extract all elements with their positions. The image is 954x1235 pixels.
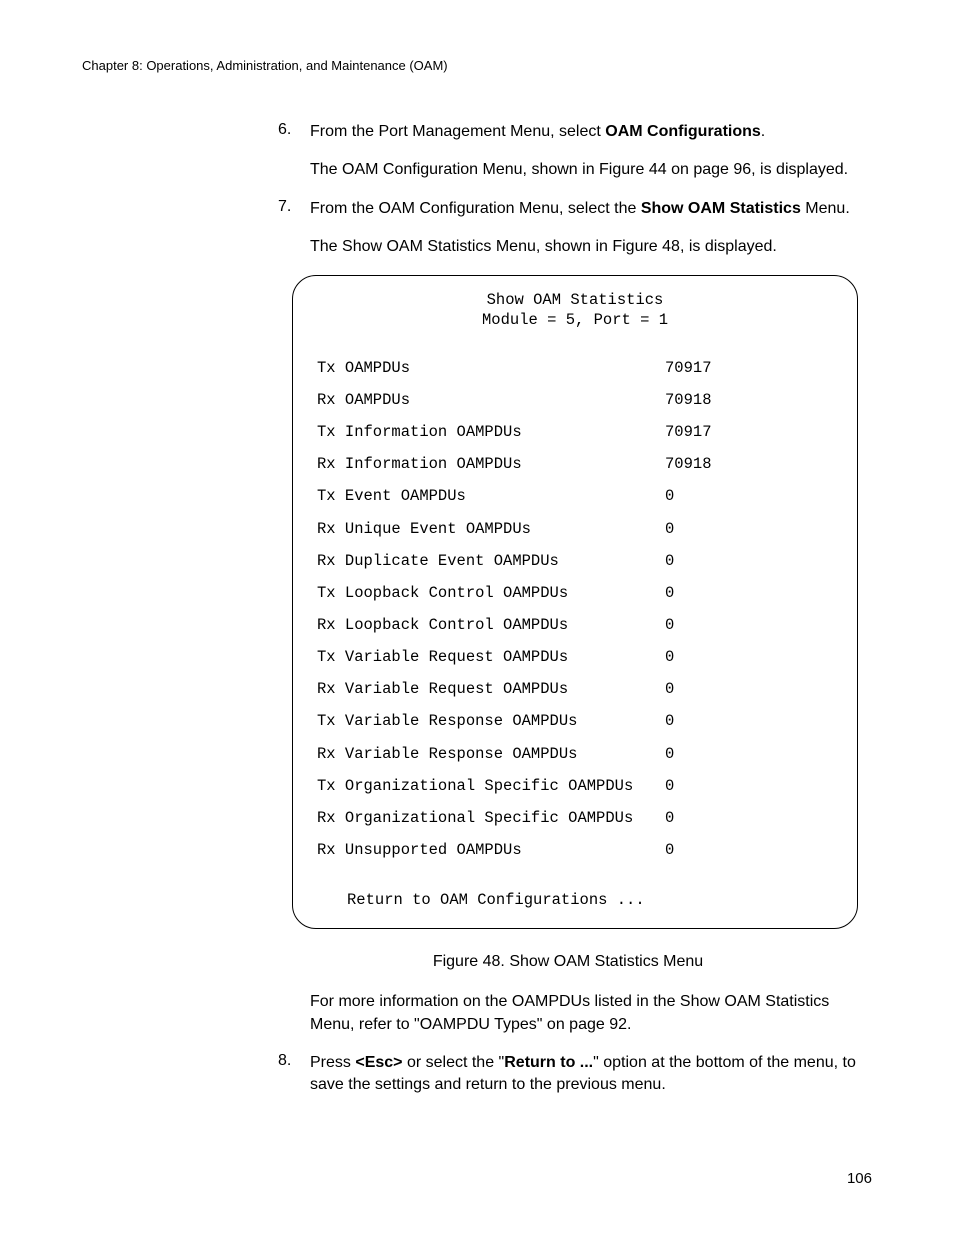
step-text: From the OAM Configuration Menu, select …: [310, 198, 858, 220]
stat-value: 0: [665, 679, 833, 699]
main-content: 6. From the Port Management Menu, select…: [278, 121, 858, 1097]
bold-text: Return to ...: [504, 1054, 593, 1071]
figure-subtitle: Module = 5, Port = 1: [317, 310, 833, 330]
stat-value: 70917: [665, 358, 833, 378]
stat-label: Tx OAMPDUs: [317, 358, 665, 378]
figure-return: Return to OAM Configurations ...: [347, 890, 833, 910]
stat-label: Tx Variable Request OAMPDUs: [317, 647, 665, 667]
post-figure-para: For more information on the OAMPDUs list…: [310, 991, 858, 1036]
stat-row: Tx Organizational Specific OAMPDUs0: [317, 776, 833, 796]
stat-label: Rx Duplicate Event OAMPDUs: [317, 551, 665, 571]
figure-box: Show OAM Statistics Module = 5, Port = 1…: [292, 275, 858, 930]
stat-value: 0: [665, 776, 833, 796]
stat-label: Tx Loopback Control OAMPDUs: [317, 583, 665, 603]
stat-row: Rx Unsupported OAMPDUs0: [317, 840, 833, 860]
step-number: 8.: [278, 1052, 310, 1097]
stat-label: Tx Information OAMPDUs: [317, 422, 665, 442]
stat-row: Rx Unique Event OAMPDUs0: [317, 519, 833, 539]
stat-value: 0: [665, 808, 833, 828]
text: From the Port Management Menu, select: [310, 123, 605, 140]
stat-row: Tx Variable Response OAMPDUs0: [317, 711, 833, 731]
text: .: [761, 123, 765, 140]
stat-row: Tx OAMPDUs70917: [317, 358, 833, 378]
step-6: 6. From the Port Management Menu, select…: [278, 121, 858, 143]
page-number: 106: [847, 1170, 872, 1187]
step-6-sub: The OAM Configuration Menu, shown in Fig…: [310, 159, 858, 181]
stat-label: Tx Variable Response OAMPDUs: [317, 711, 665, 731]
bold-text: <Esc>: [355, 1054, 402, 1071]
stat-row: Rx Duplicate Event OAMPDUs0: [317, 551, 833, 571]
text: Press: [310, 1054, 355, 1071]
stat-value: 0: [665, 840, 833, 860]
step-7-sub: The Show OAM Statistics Menu, shown in F…: [310, 236, 858, 258]
bold-text: OAM Configurations: [605, 123, 761, 140]
stat-value: 0: [665, 519, 833, 539]
figure-caption: Figure 48. Show OAM Statistics Menu: [278, 953, 858, 971]
stat-row: Rx Variable Response OAMPDUs0: [317, 744, 833, 764]
chapter-header: Chapter 8: Operations, Administration, a…: [82, 58, 872, 73]
bold-text: Show OAM Statistics: [641, 200, 801, 217]
text: From the OAM Configuration Menu, select …: [310, 200, 641, 217]
stat-label: Rx Unsupported OAMPDUs: [317, 840, 665, 860]
stat-label: Rx Organizational Specific OAMPDUs: [317, 808, 665, 828]
stat-row: Rx Organizational Specific OAMPDUs0: [317, 808, 833, 828]
stat-row: Tx Information OAMPDUs70917: [317, 422, 833, 442]
stat-label: Rx Loopback Control OAMPDUs: [317, 615, 665, 635]
stat-value: 0: [665, 647, 833, 667]
stat-row: Tx Event OAMPDUs0: [317, 486, 833, 506]
stat-row: Rx Information OAMPDUs70918: [317, 454, 833, 474]
stat-value: 0: [665, 744, 833, 764]
stat-value: 0: [665, 615, 833, 635]
text: or select the ": [403, 1054, 505, 1071]
stat-label: Rx Information OAMPDUs: [317, 454, 665, 474]
step-text: From the Port Management Menu, select OA…: [310, 121, 858, 143]
figure-title: Show OAM Statistics: [317, 290, 833, 310]
step-number: 6.: [278, 121, 310, 143]
stat-value: 70918: [665, 454, 833, 474]
stat-label: Rx Unique Event OAMPDUs: [317, 519, 665, 539]
stat-row: Rx Variable Request OAMPDUs0: [317, 679, 833, 699]
stat-label: Rx Variable Response OAMPDUs: [317, 744, 665, 764]
step-number: 7.: [278, 198, 310, 220]
stat-row: Rx Loopback Control OAMPDUs0: [317, 615, 833, 635]
stat-value: 0: [665, 551, 833, 571]
step-text: Press <Esc> or select the "Return to ...…: [310, 1052, 858, 1097]
stat-value: 0: [665, 486, 833, 506]
stat-rows-container: Tx OAMPDUs70917Rx OAMPDUs70918Tx Informa…: [317, 358, 833, 860]
step-7: 7. From the OAM Configuration Menu, sele…: [278, 198, 858, 220]
stat-row: Tx Variable Request OAMPDUs0: [317, 647, 833, 667]
stat-value: 0: [665, 583, 833, 603]
stat-label: Rx OAMPDUs: [317, 390, 665, 410]
stat-value: 70917: [665, 422, 833, 442]
stat-value: 0: [665, 711, 833, 731]
stat-label: Tx Event OAMPDUs: [317, 486, 665, 506]
stat-row: Rx OAMPDUs70918: [317, 390, 833, 410]
stat-row: Tx Loopback Control OAMPDUs0: [317, 583, 833, 603]
step-8: 8. Press <Esc> or select the "Return to …: [278, 1052, 858, 1097]
stat-value: 70918: [665, 390, 833, 410]
stat-label: Rx Variable Request OAMPDUs: [317, 679, 665, 699]
text: Menu.: [801, 200, 850, 217]
stat-label: Tx Organizational Specific OAMPDUs: [317, 776, 665, 796]
